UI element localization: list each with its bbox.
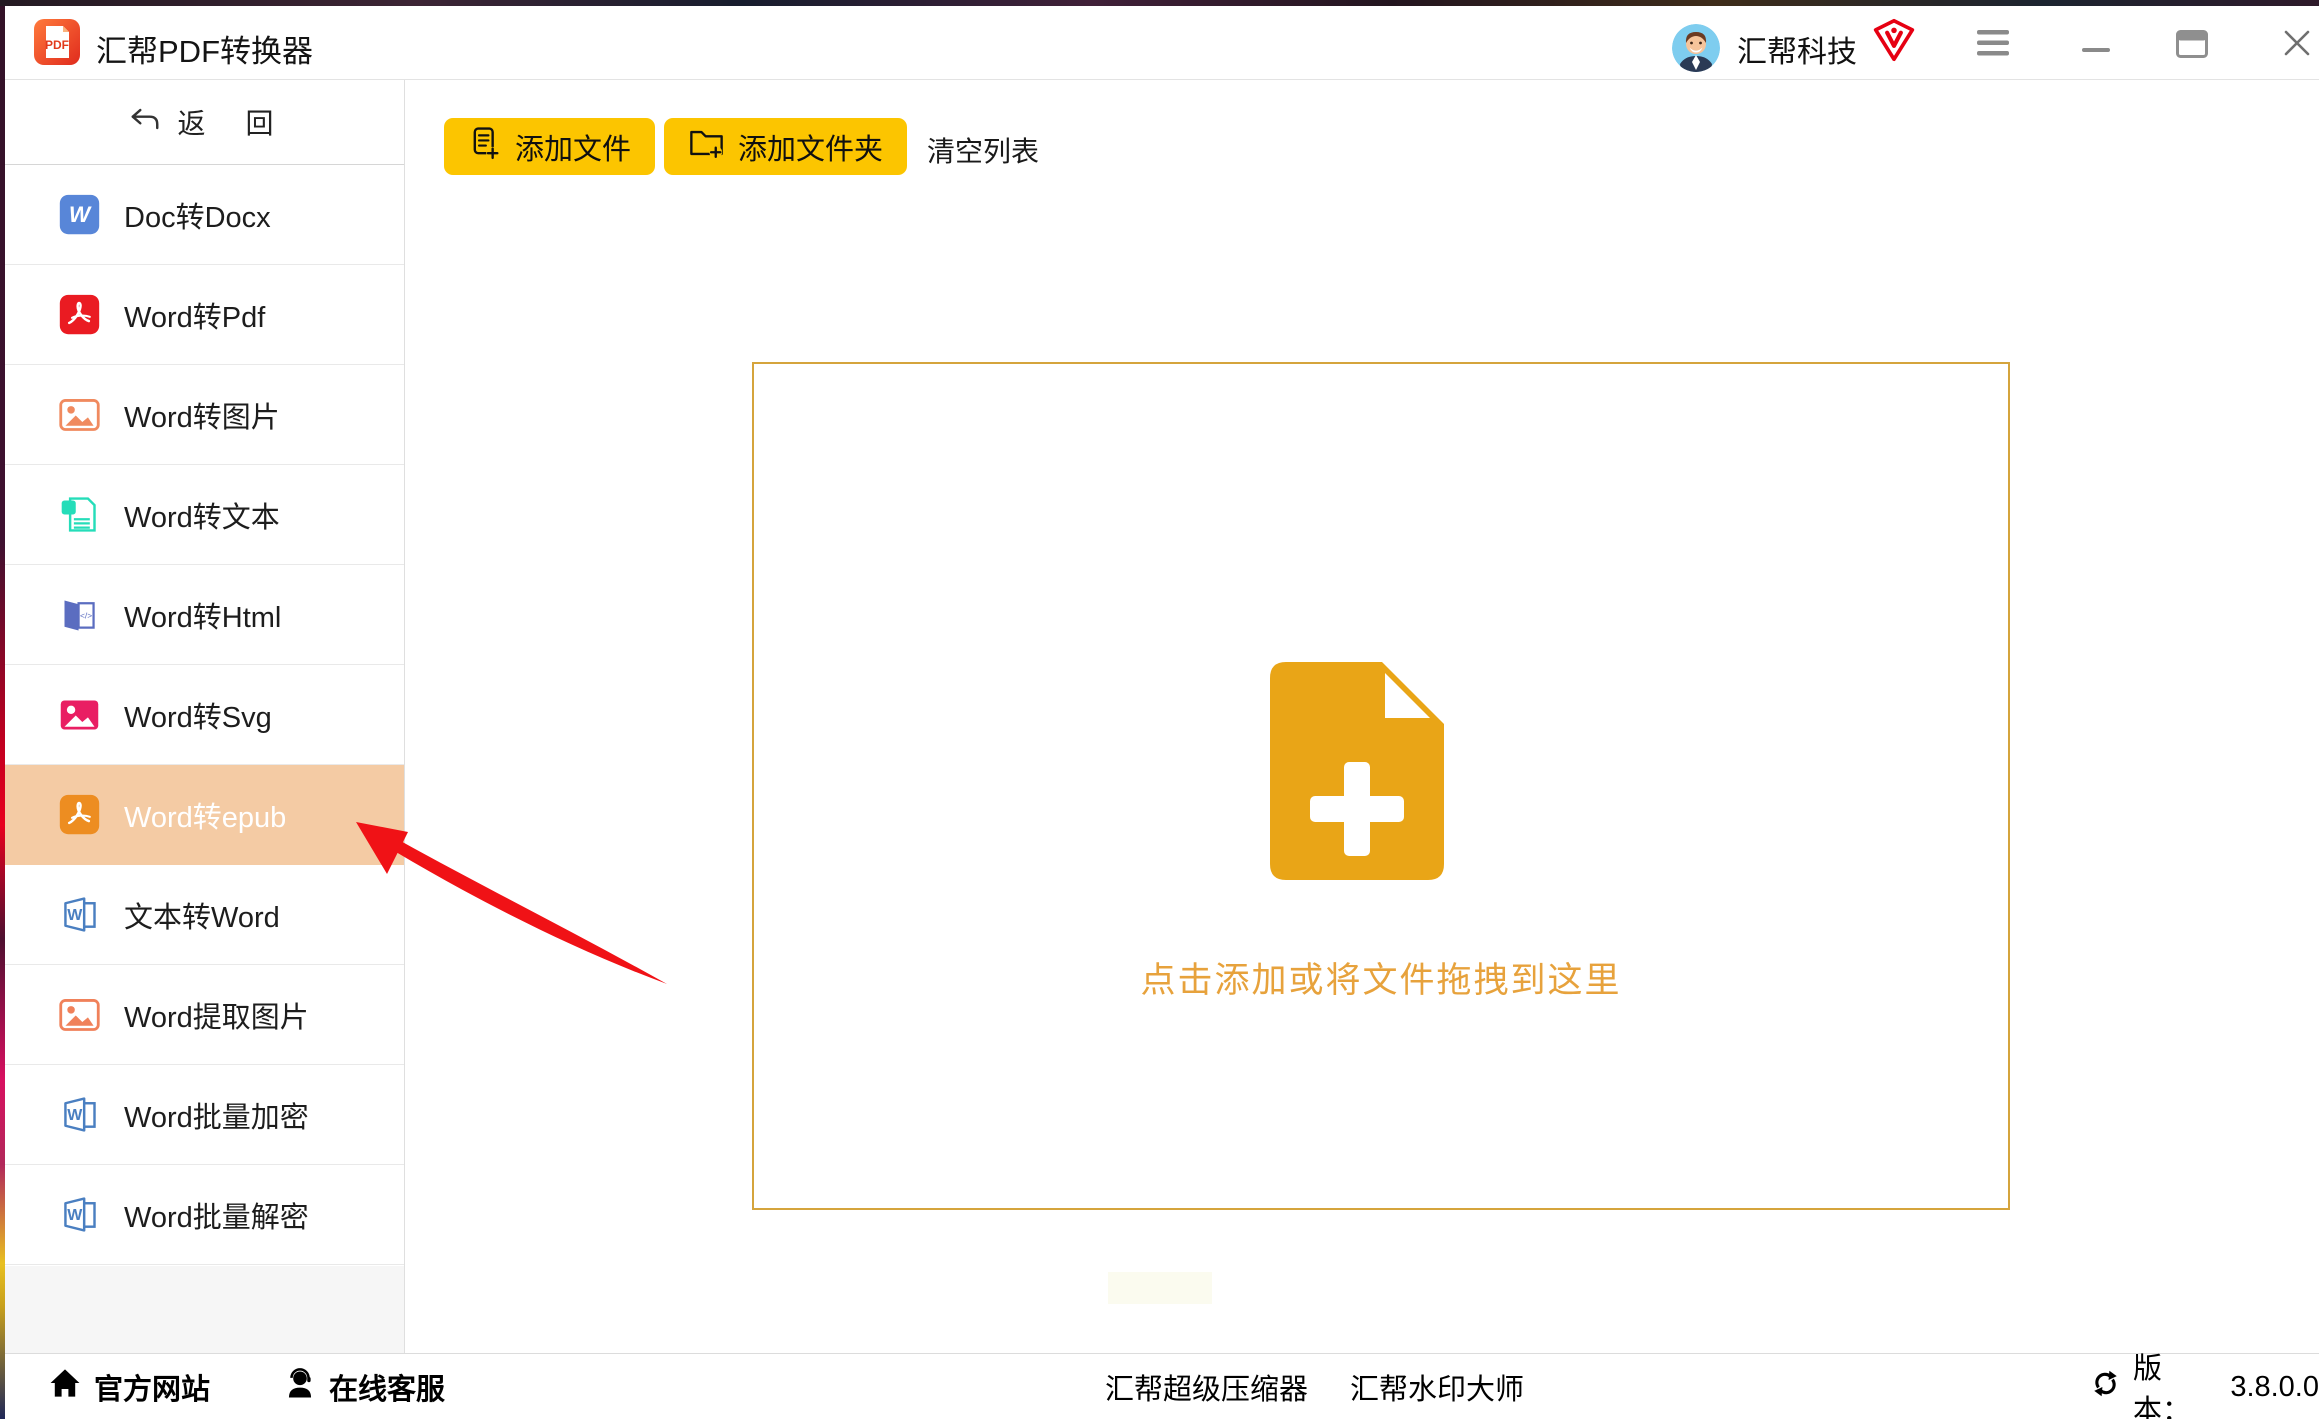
customer-service-icon [283, 1366, 317, 1408]
close-button[interactable] [2282, 28, 2312, 63]
sidebar-item-word2pdf[interactable]: Word转Pdf [5, 265, 404, 365]
dropzone-hint: 点击添加或将文件拖拽到这里 [754, 952, 2008, 1003]
faint-watermark [1108, 1272, 1212, 1304]
sidebar-item-doc2docx[interactable]: W Doc转Docx [5, 165, 404, 265]
main-panel: 添加文件 添加文件夹 清空列表 点击添加或将文件拖拽到这里 [406, 80, 2319, 1353]
epub-icon [57, 792, 102, 837]
text-doc-icon [57, 492, 102, 537]
sidebar-item-label: Doc转Docx [124, 194, 271, 236]
sidebar-item-word-extract-image[interactable]: Word提取图片 [5, 965, 404, 1065]
official-site-label: 官方网站 [94, 1366, 210, 1408]
update-refresh-icon[interactable] [2090, 1368, 2121, 1407]
back-arrow-icon [129, 107, 161, 137]
maximize-button[interactable] [2176, 30, 2208, 63]
minimize-button[interactable] [2082, 48, 2110, 52]
account-name: 汇帮科技 [1737, 27, 1857, 71]
home-icon [48, 1366, 82, 1408]
sidebar-item-label: Word转Pdf [124, 294, 265, 336]
sidebar-item-word2image[interactable]: Word转图片 [5, 365, 404, 465]
compressor-link[interactable]: 汇帮超级压缩器 [1105, 1354, 1308, 1419]
image-icon [57, 392, 102, 437]
menu-icon[interactable] [1977, 30, 2009, 61]
sidebar-item-label: Word转Html [124, 594, 281, 636]
version-value: 3.8.0.0 [2230, 1371, 2319, 1404]
clear-list-button[interactable]: 清空列表 [927, 130, 1039, 170]
sidebar-item-label: Word转图片 [124, 394, 280, 436]
html-book-icon: </> [57, 592, 102, 637]
word-doc-icon: W [57, 1192, 102, 1237]
sidebar-item-text2word[interactable]: W 文本转Word [5, 865, 404, 965]
sidebar-item-label: Word批量解密 [124, 1194, 309, 1236]
svg-text:W: W [67, 1107, 83, 1124]
watermark-master-link[interactable]: 汇帮水印大师 [1350, 1354, 1524, 1419]
sidebar-item-label: Word转文本 [124, 494, 280, 536]
svg-text:</>: </> [80, 610, 92, 620]
svg-image-icon [57, 692, 102, 737]
svg-text:W: W [67, 907, 83, 924]
footer-bar: 官方网站 在线客服 汇帮超级压缩器 汇帮水印大师 [5, 1353, 2319, 1419]
official-site-link[interactable]: 官方网站 [48, 1354, 210, 1419]
sidebar-item-label: 文本转Word [124, 894, 280, 936]
sidebar-item-word2html[interactable]: </> Word转Html [5, 565, 404, 665]
back-label: 返 回 [177, 102, 279, 142]
add-document-icon[interactable] [1270, 662, 1444, 880]
app-title: 汇帮PDF转换器 [96, 26, 313, 71]
pdf-icon [57, 292, 102, 337]
svg-text:W: W [69, 202, 92, 227]
word-doc-icon: W [57, 1092, 102, 1137]
add-folder-label: 添加文件夹 [738, 126, 883, 168]
version-label: 版本： [2133, 1345, 2212, 1419]
add-file-button[interactable]: 添加文件 [444, 118, 655, 175]
online-service-link[interactable]: 在线客服 [283, 1354, 445, 1419]
sidebar-item-label: Word批量加密 [124, 1094, 309, 1136]
titlebar: PDF [5, 6, 2319, 80]
word-doc-icon: W [57, 892, 102, 937]
add-folder-button[interactable]: 添加文件夹 [664, 118, 907, 175]
add-file-label: 添加文件 [515, 126, 631, 168]
sidebar-empty-area [5, 1266, 404, 1353]
sidebar-item-label: Word提取图片 [124, 994, 309, 1036]
docx-icon: W [57, 192, 102, 237]
app-logo-icon: PDF [33, 18, 81, 66]
app-window: PDF 汇帮PDF转换器 汇帮科技 [0, 0, 2319, 1419]
version-info: 版本： 3.8.0.0 [2090, 1354, 2319, 1419]
sidebar-item-word2epub[interactable]: Word转epub [5, 765, 404, 865]
sidebar-item-word2svg[interactable]: Word转Svg [5, 665, 404, 765]
svg-text:W: W [67, 1207, 83, 1224]
sidebar-item-label: Word转epub [124, 794, 286, 836]
add-file-icon [468, 126, 502, 168]
back-button[interactable]: 返 回 [5, 80, 404, 165]
sidebar-item-word2text[interactable]: Word转文本 [5, 465, 404, 565]
sidebar: 返 回 W Doc转Docx Word转Pdf [5, 80, 405, 1353]
sidebar-item-word-batch-encrypt[interactable]: W Word批量加密 [5, 1065, 404, 1165]
user-avatar[interactable] [1672, 24, 1720, 72]
add-folder-icon [688, 126, 725, 168]
extract-image-icon [57, 992, 102, 1037]
sidebar-item-word-batch-decrypt[interactable]: W Word批量解密 [5, 1165, 404, 1265]
online-service-label: 在线客服 [329, 1366, 445, 1408]
vip-badge-icon [1872, 18, 1916, 67]
sidebar-item-label: Word转Svg [124, 694, 272, 736]
svg-text:PDF: PDF [45, 38, 69, 52]
